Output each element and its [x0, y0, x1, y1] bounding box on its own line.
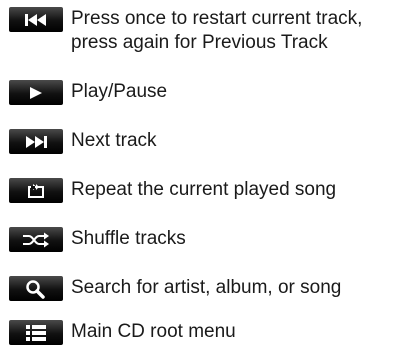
legend-label: Press once to restart current track, pre…	[71, 7, 362, 55]
repeat-icon	[28, 183, 44, 198]
legend-label-line: Shuffle tracks	[71, 228, 186, 249]
skip-forward-icon	[26, 135, 47, 148]
root-menu-button	[9, 320, 63, 345]
search-icon	[26, 279, 45, 299]
previous-track-button	[9, 7, 63, 32]
skip-back-icon	[25, 13, 46, 26]
legend-label-line: Play/Pause	[71, 81, 168, 102]
legend-label-line: Next track	[71, 130, 157, 151]
shuffle-button	[9, 227, 63, 252]
play-icon	[30, 86, 42, 99]
legend-label: Shuffle tracks	[71, 227, 186, 251]
next-track-button	[9, 129, 63, 154]
legend-row-play: Play/Pause	[9, 80, 167, 105]
legend-row-previous: Press once to restart current track, pre…	[9, 7, 362, 55]
legend-row-search: Search for artist, album, or song	[9, 276, 341, 301]
legend-label: Search for artist, album, or song	[71, 276, 341, 300]
play-pause-button	[9, 80, 63, 105]
legend-label-line: Search for artist, album, or song	[71, 277, 342, 298]
shuffle-icon	[23, 232, 49, 247]
legend-label-line: Press once to restart current track,	[71, 8, 363, 29]
legend-row-menu: Main CD root menu	[9, 320, 236, 345]
legend-row-next: Next track	[9, 129, 157, 154]
legend-label: Play/Pause	[71, 80, 167, 104]
menu-list-icon	[26, 324, 46, 341]
legend-label: Next track	[71, 129, 157, 153]
repeat-button	[9, 178, 63, 203]
legend-label-line: Repeat the current played song	[71, 179, 337, 200]
search-button	[9, 276, 63, 301]
legend-label: Repeat the current played song	[71, 178, 336, 202]
legend-label-line: Main CD root menu	[71, 321, 236, 342]
legend-label: Main CD root menu	[71, 320, 236, 344]
legend-row-repeat: Repeat the current played song	[9, 178, 336, 203]
legend-label-line: press again for Previous Track	[71, 32, 328, 53]
legend-row-shuffle: Shuffle tracks	[9, 227, 186, 252]
